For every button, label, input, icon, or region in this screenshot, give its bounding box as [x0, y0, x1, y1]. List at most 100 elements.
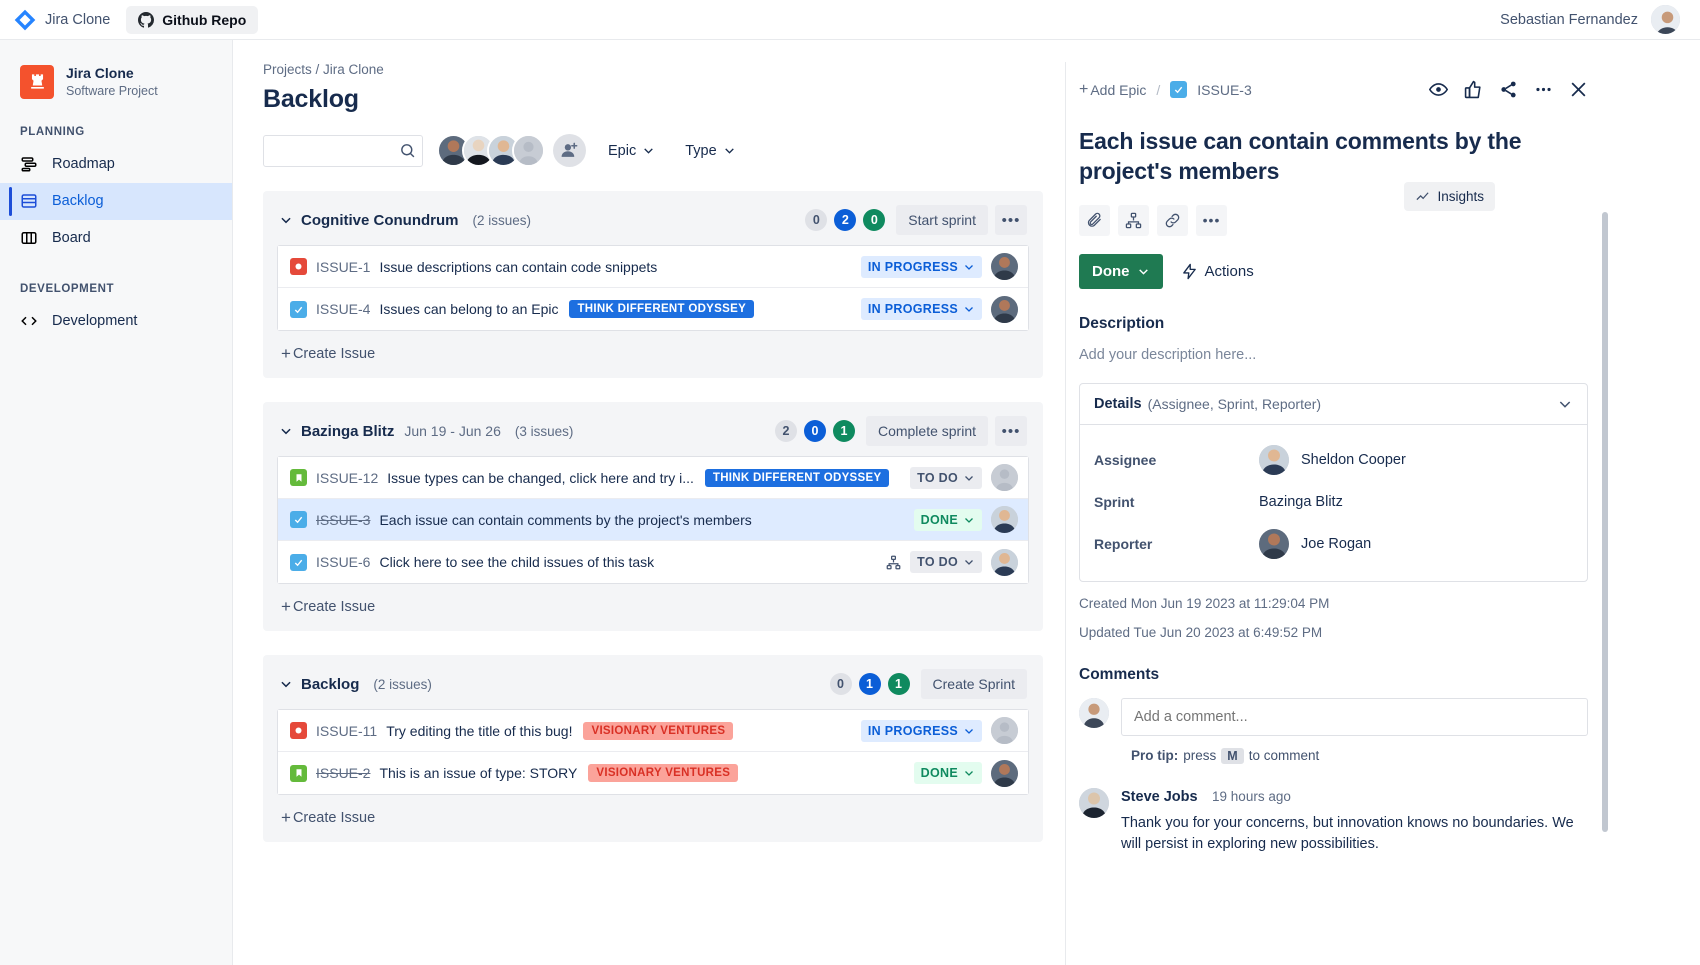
issue-assignee-avatar[interactable] — [991, 506, 1018, 533]
detail-field-value: Sheldon Cooper — [1259, 444, 1406, 475]
detail-field-label: Reporter — [1094, 535, 1153, 552]
attach-button[interactable] — [1079, 204, 1110, 236]
details-title: Details — [1094, 395, 1142, 412]
status-dropdown-button[interactable]: Done — [1079, 253, 1163, 289]
top-bar-user[interactable]: Sebastian Fernandez — [1500, 3, 1686, 36]
group-more-button[interactable]: ••• — [995, 205, 1027, 235]
issue-status-dropdown[interactable]: TO DO — [910, 466, 982, 489]
issue-status-dropdown[interactable]: IN PROGRESS — [860, 719, 982, 742]
issue-assignee-avatar[interactable] — [991, 717, 1018, 744]
detail-breadcrumb: + Add Epic / ISSUE-3 — [1079, 74, 1588, 109]
chevron-down-icon — [965, 517, 973, 523]
issue-row[interactable]: ISSUE-6 Click here to see the child issue… — [278, 541, 1028, 583]
issue-assignee-avatar[interactable] — [991, 464, 1018, 491]
collapse-chevron-icon[interactable] — [279, 213, 293, 227]
lightning-icon — [1182, 263, 1196, 280]
issue-status-dropdown[interactable]: DONE — [913, 762, 982, 784]
detail-field[interactable]: Reporter Joe Rogan — [1094, 523, 1573, 565]
watch-eye-icon[interactable] — [1429, 80, 1448, 99]
avatar-placeholder[interactable] — [512, 134, 545, 167]
github-repo-button[interactable]: Github Repo — [126, 5, 259, 34]
issue-title: This is an issue of type: STORY — [379, 765, 578, 781]
child-issues-icon[interactable] — [886, 555, 901, 570]
type-filter-label: Type — [685, 142, 717, 159]
share-icon[interactable] — [1499, 80, 1518, 99]
search-input[interactable] — [263, 134, 423, 167]
add-epic-button[interactable]: + Add Epic — [1079, 81, 1146, 98]
group-issue-count: (2 issues) — [373, 676, 432, 692]
comment-input[interactable] — [1121, 697, 1588, 736]
issue-row[interactable]: ISSUE-4 Issues can belong to an Epic THINK… — [278, 288, 1028, 330]
issue-assignee-avatar[interactable] — [991, 759, 1018, 787]
issue-status-dropdown[interactable]: IN PROGRESS — [860, 255, 982, 278]
sidebar-item-board[interactable]: Board — [0, 220, 232, 257]
chevron-down-icon[interactable] — [1557, 396, 1573, 412]
detail-field[interactable]: Sprint Bazinga Blitz — [1094, 481, 1573, 523]
sidebar-item-backlog[interactable]: Backlog — [0, 182, 232, 220]
epic-badge[interactable]: THINK DIFFERENT ODYSSEY — [569, 300, 755, 318]
sidebar-item-roadmap[interactable]: Roadmap — [0, 146, 232, 183]
issue-row-right: DONE — [913, 759, 1018, 787]
issue-title: Issues can belong to an Epic — [379, 301, 559, 317]
issue-status-dropdown[interactable]: IN PROGRESS — [860, 298, 982, 320]
collapse-chevron-icon[interactable] — [279, 424, 293, 438]
detail-issue-key[interactable]: ISSUE-3 — [1197, 82, 1251, 98]
issue-row[interactable]: ISSUE-1 Issue descriptions can contain co… — [278, 246, 1028, 288]
detail-issue-title[interactable]: Each issue can contain comments by the p… — [1079, 127, 1588, 187]
breadcrumb-separator: / — [1156, 81, 1161, 98]
detail-more-button[interactable]: ••• — [1196, 204, 1227, 236]
type-filter-button[interactable]: Type — [677, 137, 743, 165]
epic-filter-button[interactable]: Epic — [600, 137, 663, 165]
brand[interactable]: Jira Clone — [14, 9, 110, 31]
more-options-icon[interactable] — [1534, 80, 1553, 99]
create-issue-button[interactable]: + Create Issue — [277, 596, 379, 617]
issue-row[interactable]: ISSUE-3 Each issue can contain comments b… — [278, 499, 1028, 541]
detail-field[interactable]: Assignee Sheldon Cooper — [1094, 439, 1573, 481]
main-content: Projects / Jira Clone Backlog Epic Type … — [233, 40, 1700, 965]
issue-row-right: IN PROGRESS — [860, 295, 1018, 323]
link-issue-button[interactable] — [1157, 204, 1188, 236]
user-avatar[interactable] — [1649, 3, 1682, 36]
detail-scrollbar[interactable] — [1602, 212, 1608, 832]
issue-row[interactable]: ISSUE-2 This is an issue of type: STORY VI… — [278, 752, 1028, 794]
group-name: Backlog — [301, 675, 360, 693]
add-child-issue-button[interactable] — [1118, 204, 1149, 236]
group-action-button[interactable]: Start sprint — [896, 205, 988, 235]
thumbs-up-icon[interactable] — [1464, 80, 1483, 99]
issue-assignee-avatar[interactable] — [991, 253, 1018, 280]
issue-assignee-avatar[interactable] — [991, 295, 1018, 323]
create-issue-button[interactable]: + Create Issue — [277, 807, 379, 828]
group-action-button[interactable]: Create Sprint — [920, 669, 1027, 699]
epic-badge[interactable]: VISIONARY VENTURES — [588, 764, 739, 782]
description-placeholder[interactable]: Add your description here... — [1079, 347, 1588, 363]
group-more-button[interactable]: ••• — [995, 416, 1027, 446]
sidebar-item-development[interactable]: Development — [0, 303, 232, 340]
close-icon[interactable] — [1569, 80, 1588, 99]
issue-status-dropdown[interactable]: DONE — [913, 508, 982, 531]
collapse-chevron-icon[interactable] — [279, 677, 293, 691]
issue-row-right: DONE — [913, 506, 1018, 533]
sidebar-item-label-roadmap: Roadmap — [52, 156, 115, 173]
count-pill: 0 — [805, 209, 828, 231]
insights-button[interactable]: Insights — [1404, 182, 1495, 211]
rook-icon — [30, 74, 44, 89]
create-issue-button[interactable]: + Create Issue — [277, 343, 379, 364]
breadcrumb[interactable]: Projects / Jira Clone — [263, 62, 1043, 77]
chevron-down-icon — [965, 728, 973, 734]
issue-row[interactable]: ISSUE-12 Issue types can be changed, clic… — [278, 457, 1028, 499]
epic-badge[interactable]: THINK DIFFERENT ODYSSEY — [704, 468, 890, 487]
epic-badge[interactable]: VISIONARY VENTURES — [583, 721, 734, 740]
sidebar-project-header[interactable]: Jira Clone Software Project — [0, 56, 232, 100]
issue-assignee-avatar[interactable] — [991, 548, 1018, 576]
project-type: Software Project — [66, 83, 158, 98]
details-box-header[interactable]: Details (Assignee, Sprint, Reporter) — [1080, 384, 1587, 425]
issue-row[interactable]: ISSUE-11 Try editing the title of this bu… — [278, 710, 1028, 752]
actions-button[interactable]: Actions — [1181, 263, 1254, 280]
group-action-button[interactable]: Complete sprint — [865, 416, 988, 446]
issue-status-dropdown[interactable]: TO DO — [910, 551, 982, 573]
sidebar-item-label-board: Board — [52, 230, 91, 247]
count-pill: 0 — [829, 673, 852, 695]
issue-key: ISSUE-6 — [316, 554, 371, 570]
issue-row-right: IN PROGRESS — [860, 253, 1018, 280]
add-member-button[interactable] — [553, 134, 586, 167]
